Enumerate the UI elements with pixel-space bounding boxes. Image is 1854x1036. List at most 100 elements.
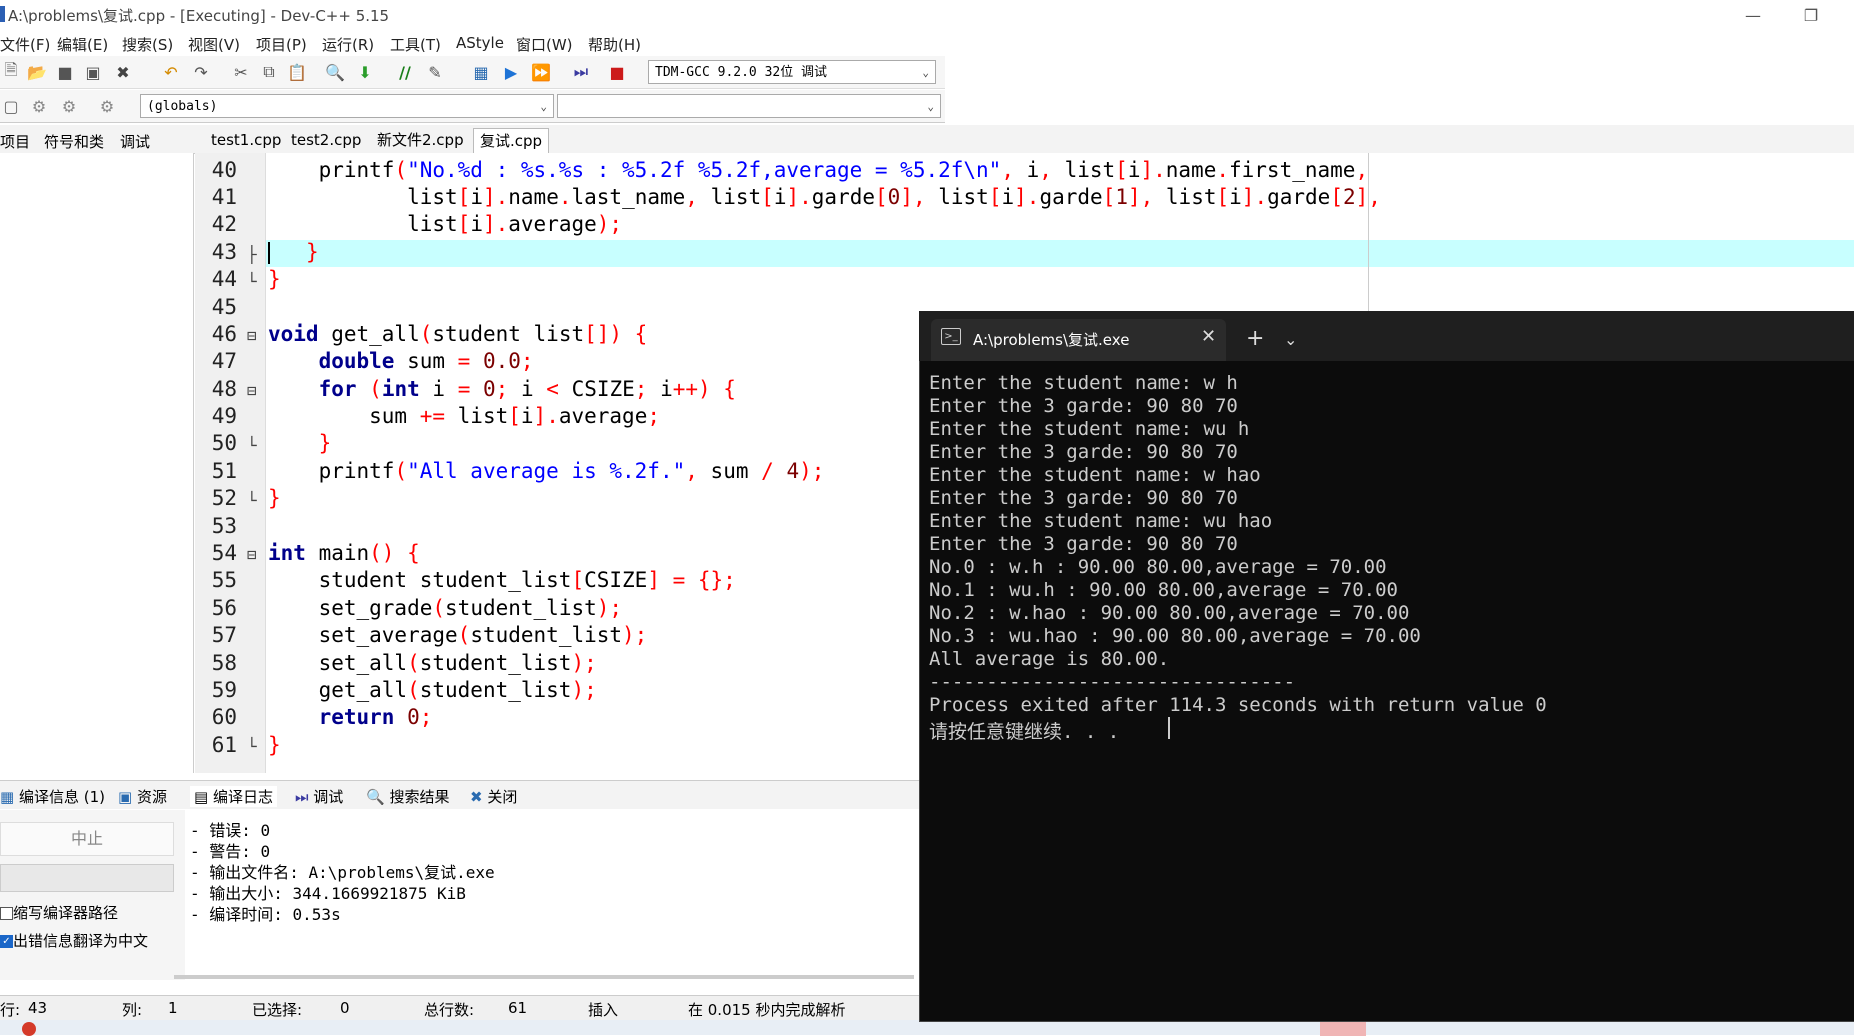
col-value: 1 <box>168 999 178 1017</box>
code-line-52: } <box>268 486 281 510</box>
checkbox-checked[interactable]: ✓ <box>0 935 13 948</box>
restore-button[interactable]: ❐ <box>1788 0 1834 30</box>
open-icon[interactable]: 📂 <box>26 61 48 83</box>
new-project-icon[interactable]: ▢ <box>0 95 22 117</box>
fold-toggle-icon[interactable]: ⊟ <box>247 545 257 564</box>
new-file-icon[interactable]: 🗎 <box>0 60 22 83</box>
menu-search[interactable]: 搜索(S) <box>122 34 173 55</box>
run-icon[interactable]: ▶ <box>500 61 522 83</box>
tab-project[interactable]: 项目 <box>0 131 30 152</box>
scope-select-value: (globals) <box>147 99 218 114</box>
redo-icon[interactable]: ↷ <box>190 61 212 83</box>
option-translate-errors[interactable]: ✓ 出错信息翻译为中文 <box>0 930 148 951</box>
line-number: 60 <box>211 705 237 729</box>
code-line-54: int main() { <box>268 541 420 565</box>
tab-fushi[interactable]: 复试.cpp <box>473 128 550 153</box>
tab-compiler-info[interactable]: ▦ 编译信息 (1) <box>0 786 105 807</box>
tab-symbols[interactable]: 符号和类 <box>44 131 104 152</box>
minimize-button[interactable]: — <box>1730 0 1776 30</box>
compile-icon[interactable]: ▦ <box>470 61 492 83</box>
line-number: 49 <box>211 404 237 428</box>
main-toolbar: 🗎 📂 ■ ▣ ✖ ↶ ↷ ✂ ⧉ 📋 🔍 ⬇ // ✎ ▦ ▶ ⏩ ⏭ ■ T… <box>0 56 945 89</box>
tab-resources[interactable]: ▣ 资源 <box>118 786 167 807</box>
comment-icon[interactable]: // <box>394 61 416 83</box>
horizontal-scrollbar[interactable] <box>174 975 914 979</box>
menu-bar: 文件(F) 编辑(E) 搜索(S) 视图(V) 项目(P) 运行(R) 工具(T… <box>0 30 1854 56</box>
code-line-59: get_all(student_list); <box>268 678 597 702</box>
compile-options-panel: 中止 缩写编译器路径 ✓ 出错信息翻译为中文 <box>0 810 185 980</box>
terminal-tab[interactable]: >_ A:\problems\复试.exe ✕ <box>931 319 1226 361</box>
tab-newfile2[interactable]: 新文件2.cpp <box>371 128 470 152</box>
option-short-path[interactable]: 缩写编译器路径 <box>0 902 118 923</box>
fold-end-marker: └ <box>247 737 257 756</box>
close-icon[interactable]: ✕ <box>1201 326 1216 347</box>
terminal-line: Enter the 3 garde: 90 80 70 <box>929 395 1238 417</box>
menu-project[interactable]: 项目(P) <box>256 34 307 55</box>
line-number: 51 <box>211 459 237 483</box>
function-select[interactable]: ⌄ <box>557 94 941 118</box>
tab-close[interactable]: ✖ 关闭 <box>470 786 517 807</box>
paste-icon[interactable]: 📋 <box>286 61 308 83</box>
option-translate-errors-label: 出错信息翻译为中文 <box>13 932 149 950</box>
debug-icon[interactable]: ⏭ <box>570 61 592 83</box>
code-line-56: set_grade(student_list); <box>268 596 623 620</box>
tab-debug-bottom[interactable]: ⏭ 调试 <box>295 786 343 807</box>
col-label: 列: <box>122 1001 143 1019</box>
menu-window[interactable]: 窗口(W) <box>516 34 573 55</box>
new-tab-icon[interactable]: + <box>1246 326 1264 351</box>
line-number: 50 <box>211 431 237 455</box>
right-margin-line <box>1368 153 1369 313</box>
menu-tools[interactable]: 工具(T) <box>390 34 441 55</box>
code-line-43: } <box>305 240 319 264</box>
menu-help[interactable]: 帮助(H) <box>588 34 641 55</box>
stop-icon[interactable]: ■ <box>606 61 628 83</box>
cut-icon[interactable]: ✂ <box>230 61 252 83</box>
taskbar-item[interactable] <box>1320 1022 1366 1036</box>
line-number: 43 <box>211 240 237 264</box>
tab-debug[interactable]: 调试 <box>120 131 150 152</box>
tab-search-results-label: 搜索结果 <box>389 788 450 806</box>
terminal-line: Enter the student name: wu h <box>929 418 1250 440</box>
stop-button[interactable]: 中止 <box>0 822 174 856</box>
close-file-icon[interactable]: ✖ <box>112 61 134 83</box>
compiler-select-value: TDM-GCC 9.2.0 32位 调试 <box>655 65 828 80</box>
scope-select[interactable]: (globals) ⌄ <box>140 94 554 118</box>
taskbar <box>0 1020 1854 1036</box>
tab-search-results[interactable]: 🔍 搜索结果 <box>366 786 449 807</box>
find-icon[interactable]: 🔍 <box>324 61 346 83</box>
undo-icon[interactable]: ↶ <box>160 61 182 83</box>
tab-compile-log[interactable]: ▤ 编译日志 <box>190 786 277 807</box>
menu-astyle[interactable]: AStyle <box>456 34 504 52</box>
compile-run-icon[interactable]: ⏩ <box>530 61 552 83</box>
goto-icon[interactable]: ⬇ <box>354 61 376 83</box>
bottom-panel-tabs: ▦ 编译信息 (1) ▣ 资源 ▤ 编译日志 ⏭ 调试 🔍 搜索结果 ✖ 关闭 <box>0 780 920 809</box>
menu-view[interactable]: 视图(V) <box>188 34 240 55</box>
gear-icon[interactable]: ⚙ <box>96 95 118 117</box>
line-number: 55 <box>211 568 237 592</box>
menu-edit[interactable]: 编辑(E) <box>57 34 108 55</box>
fold-toggle-icon[interactable]: ⊟ <box>247 326 257 345</box>
terminal-line: Enter the student name: w hao <box>929 464 1261 486</box>
menu-file[interactable]: 文件(F) <box>0 34 50 55</box>
gear-icon[interactable]: ⚙ <box>28 95 50 117</box>
tab-test1[interactable]: test1.cpp <box>205 128 287 152</box>
menu-run[interactable]: 运行(R) <box>322 34 374 55</box>
format-icon[interactable]: ✎ <box>424 61 446 83</box>
line-number: 59 <box>211 678 237 702</box>
checkbox-unchecked[interactable] <box>0 907 13 920</box>
compiler-select[interactable]: TDM-GCC 9.2.0 32位 调试 ⌄ <box>648 60 936 84</box>
save-icon[interactable]: ■ <box>54 61 76 83</box>
copy-icon[interactable]: ⧉ <box>258 61 280 83</box>
gear-icon[interactable]: ⚙ <box>58 95 80 117</box>
fold-end-marker: └ <box>247 491 257 510</box>
line-number: 47 <box>211 349 237 373</box>
line-number: 44 <box>211 267 237 291</box>
line-number: 48 <box>211 377 237 401</box>
tab-debug-label: 调试 <box>313 788 344 806</box>
chevron-down-icon[interactable]: ⌄ <box>1284 330 1297 349</box>
taskbar-app-icon[interactable] <box>22 1022 36 1036</box>
code-line-57: set_average(student_list); <box>268 623 648 647</box>
fold-toggle-icon[interactable]: ⊟ <box>247 381 257 400</box>
save-all-icon[interactable]: ▣ <box>82 61 104 83</box>
tab-test2[interactable]: test2.cpp <box>285 128 367 152</box>
